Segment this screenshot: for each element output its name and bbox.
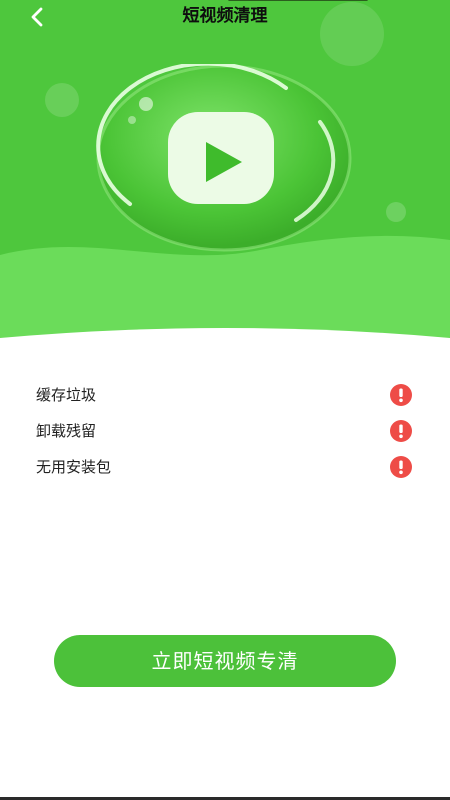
video-play-icon — [96, 64, 352, 252]
scan-item-label: 缓存垃圾 — [36, 386, 97, 404]
warning-icon — [390, 420, 412, 442]
page-title: 短视频清理 — [182, 6, 268, 26]
warning-icon — [390, 456, 412, 478]
hero-banner: 短视频清理 — [0, 0, 450, 345]
scan-list: 缓存垃圾 卸载残留 无用安装包 — [0, 377, 450, 485]
scan-item-unused-apk: 无用安装包 — [0, 449, 450, 485]
scan-item-uninstall-residue: 卸载残留 — [0, 413, 450, 449]
warning-icon — [390, 384, 412, 406]
scan-item-label: 卸载残留 — [36, 422, 97, 440]
scan-item-label: 无用安装包 — [36, 458, 112, 476]
clean-now-button[interactable]: 立即短视频专清 — [54, 635, 396, 687]
scan-item-cache: 缓存垃圾 — [0, 377, 450, 413]
